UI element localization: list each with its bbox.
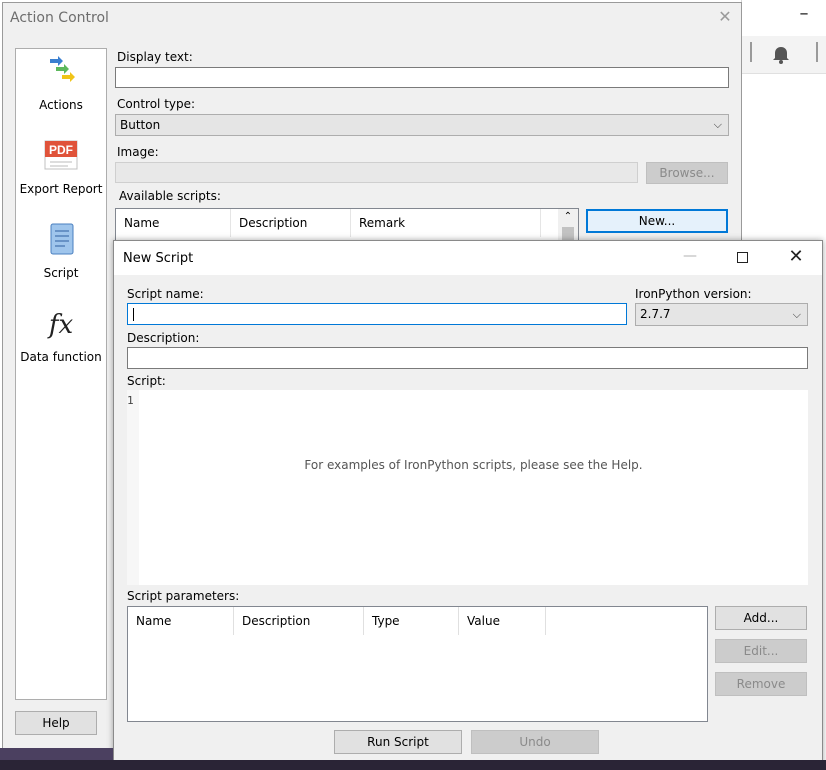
help-button[interactable]: Help: [15, 711, 97, 735]
maximize-icon[interactable]: [737, 252, 748, 263]
script-name-input[interactable]: [127, 303, 627, 325]
display-text-label: Display text:: [117, 50, 193, 64]
remove-parameter-button[interactable]: Remove: [715, 672, 807, 696]
text-cursor: [133, 308, 134, 321]
column-header-name[interactable]: Name: [128, 607, 234, 635]
editor-placeholder-hint: For examples of IronPython scripts, plea…: [304, 458, 643, 472]
display-text-input[interactable]: [115, 67, 729, 88]
pdf-icon: PDF: [44, 140, 78, 170]
minimize-icon[interactable]: —: [680, 245, 700, 267]
available-scripts-label: Available scripts:: [119, 189, 221, 203]
actions-arrows-icon: [50, 56, 75, 82]
control-type-label: Control type:: [117, 97, 196, 111]
column-header-description[interactable]: Description: [234, 607, 364, 635]
svg-text:PDF: PDF: [49, 143, 73, 157]
script-parameters-label: Script parameters:: [127, 589, 240, 603]
minimize-icon[interactable]: –: [796, 5, 812, 24]
ironpython-version-value: 2.7.7: [640, 307, 671, 321]
image-path-field: [115, 162, 638, 183]
sidebar-item-script[interactable]: Script: [16, 221, 106, 280]
sidebar-item-label: Data function: [20, 350, 102, 364]
scroll-up-icon[interactable]: ⌃: [558, 209, 578, 225]
line-number: 1: [127, 394, 134, 407]
column-header-remark[interactable]: Remark: [351, 209, 541, 237]
script-parameters-table[interactable]: Name Description Type Value: [127, 606, 708, 722]
new-script-title-bar: [114, 241, 822, 275]
edit-parameter-button[interactable]: Edit...: [715, 639, 807, 663]
function-fx-icon: fx: [47, 310, 74, 340]
bell-icon[interactable]: [770, 44, 792, 66]
script-document-icon: [50, 223, 74, 255]
control-type-select[interactable]: Button ⌵: [115, 114, 729, 136]
sidebar-item-label: Script: [43, 266, 79, 280]
script-label: Script:: [127, 374, 166, 388]
sidebar-item-label: Export Report: [19, 182, 103, 196]
description-input[interactable]: [127, 347, 808, 369]
chevron-down-icon: ⌵: [792, 308, 801, 321]
sidebar-item-actions[interactable]: Actions: [16, 53, 106, 112]
taskbar-edge: [0, 760, 826, 770]
description-label: Description:: [127, 331, 200, 345]
toolbar-divider: [750, 42, 752, 62]
new-script-button[interactable]: New...: [586, 209, 728, 233]
chevron-down-icon: ⌵: [713, 118, 722, 131]
ironpython-version-label: IronPython version:: [635, 287, 752, 301]
close-icon[interactable]: ✕: [713, 6, 737, 28]
toolbar-divider-right: [816, 42, 818, 62]
undo-button[interactable]: Undo: [471, 730, 599, 754]
line-number-gutter: [127, 390, 139, 585]
control-type-value: Button: [120, 118, 161, 132]
dialog-title: Action Control: [10, 10, 109, 26]
action-type-sidebar: Actions PDF Export Report Script fx Data…: [15, 48, 107, 700]
sidebar-item-label: Actions: [39, 98, 83, 112]
script-name-label: Script name:: [127, 287, 204, 301]
browse-button[interactable]: Browse...: [646, 162, 728, 184]
column-header-description[interactable]: Description: [231, 209, 351, 237]
scrollbar-thumb[interactable]: [562, 227, 574, 241]
sidebar-item-data-function[interactable]: fx Data function: [16, 305, 106, 364]
ironpython-version-select[interactable]: 2.7.7 ⌵: [635, 303, 808, 326]
image-label: Image:: [117, 145, 159, 159]
column-header-value[interactable]: Value: [459, 607, 546, 635]
add-parameter-button[interactable]: Add...: [715, 606, 807, 630]
close-icon[interactable]: ✕: [784, 245, 808, 269]
svg-text:fx: fx: [47, 310, 74, 340]
new-script-title: New Script: [123, 251, 194, 266]
script-editor[interactable]: [127, 390, 808, 585]
run-script-button[interactable]: Run Script: [334, 730, 462, 754]
sidebar-item-export-report[interactable]: PDF Export Report: [16, 137, 106, 196]
column-header-name[interactable]: Name: [116, 209, 231, 237]
column-header-type[interactable]: Type: [364, 607, 459, 635]
